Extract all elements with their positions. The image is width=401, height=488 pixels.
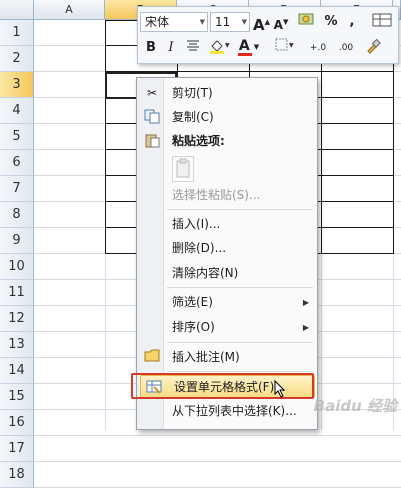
menu-item-delete[interactable]: 删除(D)... (139, 237, 315, 260)
align-center-icon (187, 40, 199, 51)
menu-item-paste-options: 粘贴选项: (139, 130, 315, 153)
font-color-button[interactable]: A ▼ (236, 38, 262, 58)
borders-icon: ▼ (275, 38, 294, 51)
chevron-down-icon[interactable]: ▼ (254, 43, 259, 51)
accounting-format-button[interactable] (294, 12, 318, 32)
comma-style-button[interactable]: , (344, 12, 360, 32)
svg-text:▼: ▼ (289, 42, 294, 49)
decrease-decimal-button[interactable]: .00 (334, 38, 358, 58)
shrink-font-button[interactable]: A▼ (273, 12, 289, 32)
menu-item-copy[interactable]: 复制(C) (139, 106, 315, 129)
format-painter-brush-button[interactable] (362, 38, 384, 58)
menu-item-insert[interactable]: 插入(I)... (139, 213, 315, 236)
menu-item-paste-special[interactable]: 选择性粘贴(S)... (139, 184, 315, 207)
font-size-select[interactable]: 11 ▼ (210, 12, 250, 32)
scissors-icon: ✂ (146, 86, 158, 100)
font-name-select[interactable]: 宋体 ▼ (140, 12, 208, 32)
table-format-icon (372, 13, 392, 27)
fill-color-button[interactable]: ▼ (206, 38, 232, 58)
bold-button[interactable]: B (142, 38, 160, 58)
row-header-7[interactable]: 7 (0, 176, 34, 202)
borders-button[interactable]: ▼ (274, 38, 298, 58)
row-header-11[interactable]: 11 (0, 280, 34, 306)
row-header-12[interactable]: 12 (0, 306, 34, 332)
paste-option-button[interactable] (172, 156, 194, 182)
menu-separator (167, 342, 313, 343)
row-header-2[interactable]: 2 (0, 46, 34, 72)
submenu-arrow-icon: ▶ (302, 323, 309, 332)
row-header-3[interactable]: 3 (0, 72, 34, 98)
menu-separator (167, 371, 313, 372)
grow-font-button[interactable]: A▲ (253, 12, 270, 34)
column-header-a[interactable]: A (34, 0, 105, 20)
mouse-pointer-icon (274, 379, 286, 402)
row-header-16[interactable]: 16 (0, 410, 34, 436)
percent-style-button[interactable]: % (322, 12, 340, 32)
watermark: Baidu 经验 (313, 397, 397, 415)
increase-decimal-button[interactable]: +.0 (306, 38, 330, 58)
italic-button[interactable]: I (162, 38, 180, 58)
brush-icon (367, 38, 381, 54)
row-header-1[interactable]: 1 (0, 20, 34, 46)
table-border (105, 20, 106, 254)
row-header-14[interactable]: 14 (0, 358, 34, 384)
money-icon (298, 13, 314, 25)
row-header-18[interactable]: 18 (0, 462, 34, 488)
paste-icon (143, 133, 161, 150)
format-painter-button[interactable] (370, 12, 394, 32)
chevron-down-icon[interactable]: ▼ (200, 13, 205, 31)
row-header-17[interactable]: 17 (0, 436, 34, 462)
menu-item-insert-comment[interactable]: 插入批注(M) (139, 346, 315, 369)
clipboard-icon (176, 158, 190, 178)
menu-item-filter[interactable]: 筛选(E) ▶ (139, 291, 315, 314)
paint-bucket-icon: ▼ (210, 40, 230, 54)
row-header-15[interactable]: 15 (0, 384, 34, 410)
row-header-4[interactable]: 4 (0, 98, 34, 124)
mini-toolbar: 宋体 ▼ 11 ▼ A▲ A▼ % , B I ▼ A ▼ ▼ +.0 .00 (137, 6, 399, 64)
submenu-arrow-icon: ▶ (302, 298, 309, 307)
menu-item-clear-contents[interactable]: 清除内容(N) (139, 262, 315, 285)
align-center-button[interactable] (183, 38, 203, 58)
row-header-8[interactable]: 8 (0, 202, 34, 228)
copy-icon (143, 109, 161, 126)
font-color-bar (238, 53, 252, 56)
comment-icon (143, 349, 161, 366)
menu-separator (167, 209, 313, 210)
grid-line (34, 435, 401, 436)
menu-item-sort[interactable]: 排序(O) ▶ (139, 316, 315, 339)
row-header-5[interactable]: 5 (0, 124, 34, 150)
menu-separator (167, 287, 313, 288)
row-header-10[interactable]: 10 (0, 254, 34, 280)
select-all-corner[interactable] (0, 0, 34, 20)
font-name-value: 宋体 (145, 15, 170, 29)
menu-item-cut[interactable]: ✂ 剪切(T) (139, 82, 315, 105)
chevron-down-icon[interactable]: ▼ (242, 13, 247, 31)
grid-line (34, 461, 401, 462)
svg-text:▼: ▼ (225, 42, 230, 49)
font-size-value: 11 (215, 15, 231, 29)
highlight-annotation (131, 373, 314, 399)
row-header-9[interactable]: 9 (0, 228, 34, 254)
row-header-6[interactable]: 6 (0, 150, 34, 176)
menu-item-pick-from-list[interactable]: 从下拉列表中选择(K)... (139, 400, 315, 423)
row-header-13[interactable]: 13 (0, 332, 34, 358)
